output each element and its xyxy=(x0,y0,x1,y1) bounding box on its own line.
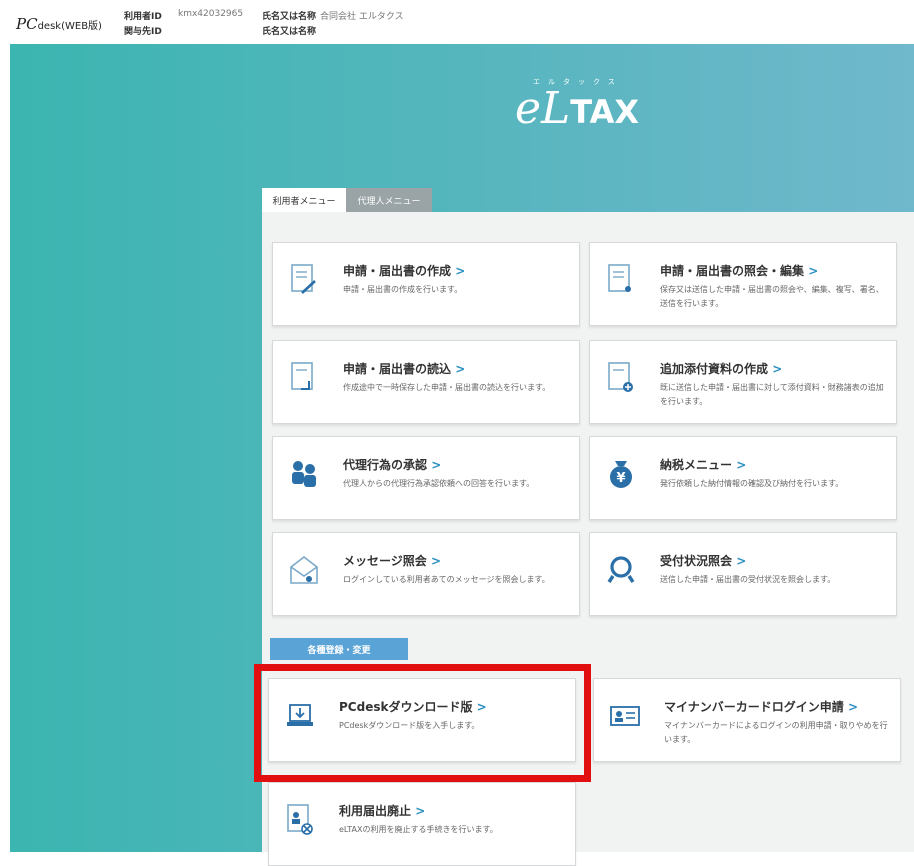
cancel-registration-icon xyxy=(287,804,313,835)
logo-e: e xyxy=(515,83,542,134)
card-desc: 作成途中で一時保存した申請・届出書の読込を行います。 xyxy=(343,383,551,392)
card-desc: 送信した申請・届出書の受付状況を照会します。 xyxy=(660,575,836,584)
card-title: マイナンバーカードログイン申請 xyxy=(664,698,858,715)
brand-desk-text: desk xyxy=(37,21,62,32)
user-id-value: kmx42032965 xyxy=(178,9,244,19)
message-icon xyxy=(290,555,318,584)
card-desc: 発行依頼した納付情報の確認及び納付を行います。 xyxy=(660,479,844,488)
card-desc: 申請・届出書の作成を行います。 xyxy=(343,285,463,294)
card-title: 申請・届出書の読込 xyxy=(343,360,465,377)
tab-user-menu[interactable]: 利用者メニュー xyxy=(262,188,346,212)
svg-text:¥: ¥ xyxy=(616,471,625,486)
card-desc: マイナンバーカードによるログインの利用申請・取りやめを行います。 xyxy=(664,721,888,744)
name-label-2: 氏名又は名称 xyxy=(262,27,317,37)
user-id-label: 利用者ID xyxy=(124,12,162,22)
eltax-logo: エルタックス eLTAX xyxy=(515,78,640,134)
card-desc: 代理人からの代理行為承認依頼への回答を行います。 xyxy=(343,479,535,488)
card-title: メッセージ照会 xyxy=(343,552,441,569)
search-status-icon xyxy=(607,556,635,583)
id-card-icon xyxy=(610,706,640,726)
card-desc: 保存又は送信した申請・届出書の照会や、編集、複写、署名、送信を行います。 xyxy=(660,285,884,308)
logo-tax: TAX xyxy=(570,93,640,131)
card-title: 追加添付資料の作成 xyxy=(660,360,782,377)
section-registration-change: 各種登録・変更 xyxy=(270,638,408,660)
card-title: 納税メニュー xyxy=(660,456,746,473)
card-desc: 既に送信した申請・届出書に対して添付資料・財務諸表の追加を行います。 xyxy=(660,383,884,406)
logo-ruby: エルタックス xyxy=(533,78,623,86)
card-cancel-registration[interactable]: 利用届出廃止 eLTAXの利用を廃止する手続きを行います。 xyxy=(268,782,576,866)
card-create-application[interactable]: 申請・届出書の作成 申請・届出書の作成を行います。 xyxy=(272,242,580,326)
card-desc: ログインしている利用者あてのメッセージを照会します。 xyxy=(343,575,550,584)
name-value-1: 合同会社 エルタクス xyxy=(320,12,404,22)
logo-l: L xyxy=(541,83,571,134)
top-bar: PCdesk(WEB版) 利用者ID kmx42032965 関与先ID 氏名又… xyxy=(0,0,914,44)
name-label-1: 氏名又は名称 xyxy=(262,12,317,22)
proxy-users-icon xyxy=(292,461,316,487)
card-mynumber-login[interactable]: マイナンバーカードログイン申請 マイナンバーカードによるログインの利用申請・取り… xyxy=(593,678,901,762)
brand-edition-text: (WEB版) xyxy=(61,21,102,32)
card-title: 申請・届出書の作成 xyxy=(343,262,465,279)
brand-pc-text: PC xyxy=(16,15,38,33)
card-title: 代理行為の承認 xyxy=(343,456,441,473)
card-title: 利用届出廃止 xyxy=(339,802,425,819)
card-tax-payment-menu[interactable]: ¥ 納税メニュー 発行依頼した納付情報の確認及び納付を行います。 xyxy=(589,436,897,520)
tab-agent-menu[interactable]: 代理人メニュー xyxy=(346,188,432,212)
document-edit-icon xyxy=(291,264,316,294)
tax-payment-icon: ¥ xyxy=(610,461,632,488)
document-search-icon xyxy=(608,264,631,292)
card-view-edit-application[interactable]: 申請・届出書の照会・編集 保存又は送信した申請・届出書の照会や、編集、複写、署名… xyxy=(589,242,897,326)
card-title: 申請・届出書の照会・編集 xyxy=(660,262,818,279)
card-approve-proxy[interactable]: 代理行為の承認 代理人からの代理行為承認依頼への回答を行います。 xyxy=(272,436,580,520)
card-desc: eLTAXの利用を廃止する手続きを行います。 xyxy=(339,825,498,834)
document-attach-icon xyxy=(608,362,633,392)
card-load-application[interactable]: 申請・届出書の読込 作成途中で一時保存した申請・届出書の読込を行います。 xyxy=(272,340,580,424)
card-title: 受付状況照会 xyxy=(660,552,746,569)
highlight-box xyxy=(254,664,591,782)
document-load-icon xyxy=(291,362,313,390)
assoc-id-label: 関与先ID xyxy=(124,27,162,37)
card-reception-status[interactable]: 受付状況照会 送信した申請・届出書の受付状況を照会します。 xyxy=(589,532,897,616)
pcdesk-brand: PCdesk(WEB版) xyxy=(16,15,102,33)
card-message-inquiry[interactable]: メッセージ照会 ログインしている利用者あてのメッセージを照会します。 xyxy=(272,532,580,616)
card-create-attachments[interactable]: 追加添付資料の作成 既に送信した申請・届出書に対して添付資料・財務諸表の追加を行… xyxy=(589,340,897,424)
